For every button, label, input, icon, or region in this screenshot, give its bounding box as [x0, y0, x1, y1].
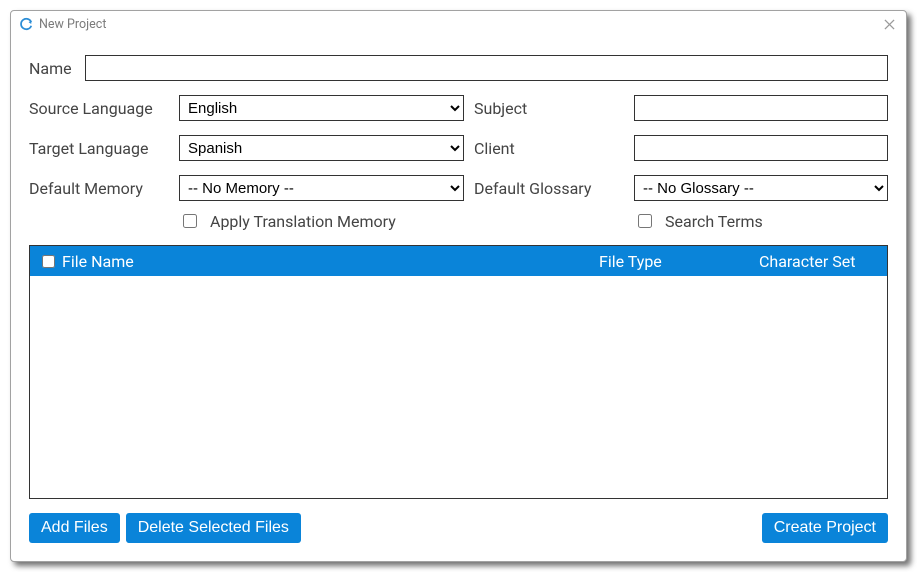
- files-table: File Name File Type Character Set: [29, 245, 888, 499]
- target-language-select[interactable]: Spanish: [179, 135, 464, 161]
- new-project-dialog: New Project Name Source Language English…: [10, 10, 907, 562]
- search-terms-label: Search Terms: [665, 212, 763, 231]
- window-title: New Project: [39, 17, 106, 32]
- default-memory-label: Default Memory: [29, 179, 169, 198]
- app-icon: [19, 17, 33, 31]
- default-glossary-label: Default Glossary: [474, 179, 624, 198]
- delete-selected-files-button[interactable]: Delete Selected Files: [126, 513, 301, 543]
- column-file-name[interactable]: File Name: [58, 252, 599, 271]
- name-label: Name: [29, 59, 85, 78]
- table-body: [30, 276, 887, 498]
- add-files-button[interactable]: Add Files: [29, 513, 120, 543]
- apply-tm-checkbox[interactable]: [183, 214, 197, 228]
- source-language-select[interactable]: English: [179, 95, 464, 121]
- source-language-label: Source Language: [29, 99, 169, 118]
- apply-tm-label: Apply Translation Memory: [210, 212, 396, 231]
- client-input[interactable]: [634, 135, 888, 161]
- search-terms-checkbox[interactable]: [638, 214, 652, 228]
- select-all-checkbox[interactable]: [42, 255, 55, 268]
- client-label: Client: [474, 139, 624, 158]
- create-project-button[interactable]: Create Project: [762, 513, 888, 543]
- titlebar: New Project: [11, 11, 906, 37]
- default-glossary-select[interactable]: -- No Glossary --: [634, 175, 888, 201]
- subject-label: Subject: [474, 99, 624, 118]
- column-file-type[interactable]: File Type: [599, 252, 759, 271]
- table-header: File Name File Type Character Set: [30, 246, 887, 276]
- name-input[interactable]: [85, 55, 888, 81]
- column-character-set[interactable]: Character Set: [759, 252, 879, 271]
- default-memory-select[interactable]: -- No Memory --: [179, 175, 464, 201]
- close-icon[interactable]: [880, 15, 898, 33]
- dialog-content: Name Source Language English Subject Tar…: [11, 37, 906, 561]
- target-language-label: Target Language: [29, 139, 169, 158]
- subject-input[interactable]: [634, 95, 888, 121]
